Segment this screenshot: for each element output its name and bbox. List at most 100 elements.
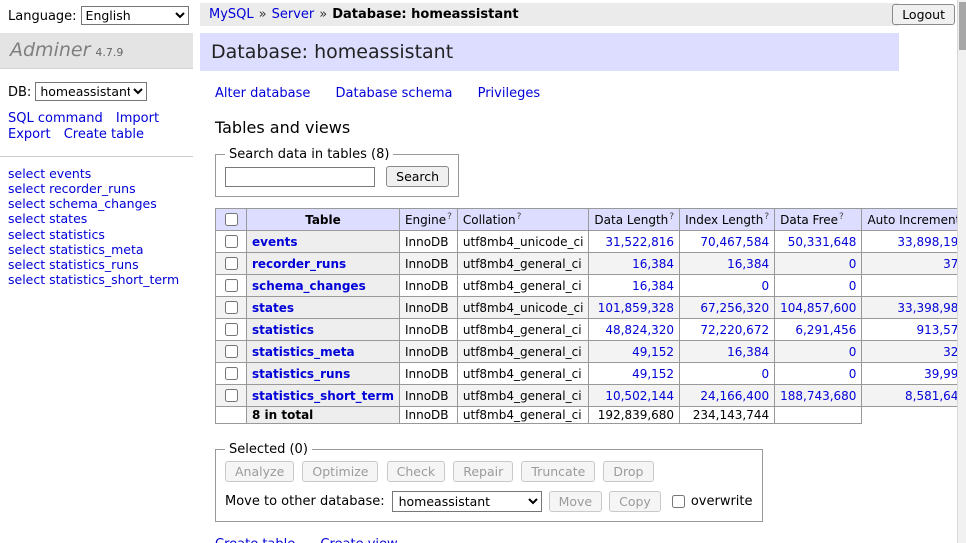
help-link[interactable]: ? bbox=[517, 212, 522, 222]
export-link[interactable]: Export bbox=[8, 127, 51, 142]
help-link[interactable]: ? bbox=[764, 212, 769, 222]
selected-legend: Selected (0) bbox=[225, 442, 312, 457]
repair-button[interactable]: Repair bbox=[453, 461, 513, 482]
data-free-cell: 0 bbox=[775, 341, 862, 363]
index-length-link[interactable]: 72,220,672 bbox=[700, 323, 769, 337]
table-name-link[interactable]: schema_changes bbox=[252, 279, 366, 293]
truncate-button[interactable]: Truncate bbox=[521, 461, 595, 482]
data-free-link[interactable]: 6,291,456 bbox=[795, 323, 856, 337]
index-length-link[interactable]: 0 bbox=[761, 367, 769, 381]
sidebar-table-link[interactable]: select statistics bbox=[8, 227, 185, 242]
data-free-link[interactable]: 0 bbox=[849, 367, 857, 381]
data-length-link[interactable]: 49,152 bbox=[632, 345, 674, 359]
drop-button[interactable]: Drop bbox=[603, 461, 653, 482]
data-free-link[interactable]: 188,743,680 bbox=[780, 389, 856, 403]
index-length-link[interactable]: 16,384 bbox=[727, 345, 769, 359]
row-checkbox[interactable] bbox=[225, 235, 238, 248]
index-length-link[interactable]: 24,166,400 bbox=[700, 389, 769, 403]
sidebar-table-link[interactable]: select statistics_meta bbox=[8, 242, 185, 257]
auto-increment-link[interactable]: 913,577 bbox=[916, 323, 957, 337]
help-link[interactable]: ? bbox=[669, 212, 674, 222]
auto-increment-link[interactable]: 39,999 bbox=[924, 367, 957, 381]
index-length-link[interactable]: 67,256,320 bbox=[700, 301, 769, 315]
sidebar-table-link[interactable]: select statistics_short_term bbox=[8, 272, 185, 287]
data-length-link[interactable]: 10,502,144 bbox=[605, 389, 674, 403]
sidebar-table-link[interactable]: select recorder_runs bbox=[8, 181, 185, 196]
logout-button[interactable]: Logout bbox=[892, 4, 955, 25]
copy-button[interactable]: Copy bbox=[609, 491, 661, 512]
row-checkbox[interactable] bbox=[225, 323, 238, 336]
breadcrumb-mysql-link[interactable]: MySQL bbox=[209, 7, 254, 22]
table-name-link[interactable]: recorder_runs bbox=[252, 257, 346, 271]
data-length-link[interactable]: 31,522,816 bbox=[605, 235, 674, 249]
language-select[interactable]: English bbox=[81, 6, 189, 25]
index-length-cell: 0 bbox=[680, 275, 775, 297]
table-row: statistics_metaInnoDButf8mb4_general_ci4… bbox=[216, 341, 958, 363]
language-label: Language: bbox=[8, 9, 77, 24]
scrollbar[interactable] bbox=[957, 0, 966, 543]
move-button[interactable]: Move bbox=[549, 491, 603, 512]
row-checkbox[interactable] bbox=[225, 301, 238, 314]
table-name-cell: statistics_meta bbox=[247, 341, 400, 363]
analyze-button[interactable]: Analyze bbox=[225, 461, 294, 482]
row-checkbox[interactable] bbox=[225, 389, 238, 402]
auto-increment-link[interactable]: 325 bbox=[943, 345, 957, 359]
table-name-link[interactable]: events bbox=[252, 235, 298, 249]
sidebar-table-link[interactable]: select states bbox=[8, 211, 185, 226]
database-schema-link[interactable]: Database schema bbox=[336, 86, 453, 101]
import-link[interactable]: Import bbox=[116, 111, 159, 126]
help-link[interactable]: ? bbox=[839, 212, 844, 222]
row-checkbox[interactable] bbox=[225, 279, 238, 292]
privileges-link[interactable]: Privileges bbox=[478, 86, 541, 101]
data-length-link[interactable]: 49,152 bbox=[632, 367, 674, 381]
create-view-link[interactable]: Create view bbox=[320, 537, 397, 543]
data-free-link[interactable]: 0 bbox=[849, 345, 857, 359]
table-name-link[interactable]: states bbox=[252, 301, 294, 315]
data-free-link[interactable]: 104,857,600 bbox=[780, 301, 856, 315]
totals-engine-cell: InnoDB bbox=[399, 407, 457, 424]
select-all-checkbox[interactable] bbox=[225, 213, 238, 226]
collation-cell: utf8mb4_general_ci bbox=[457, 385, 589, 407]
row-checkbox[interactable] bbox=[225, 367, 238, 380]
db-select[interactable]: homeassistant bbox=[35, 82, 147, 101]
data-free-link[interactable]: 0 bbox=[849, 257, 857, 271]
row-checkbox[interactable] bbox=[225, 257, 238, 270]
table-name-link[interactable]: statistics bbox=[252, 323, 314, 337]
optimize-button[interactable]: Optimize bbox=[302, 461, 378, 482]
auto-increment-link[interactable]: 33,898,196 bbox=[897, 235, 957, 249]
data-length-link[interactable]: 16,384 bbox=[632, 257, 674, 271]
row-checkbox[interactable] bbox=[225, 345, 238, 358]
auto-increment-link[interactable]: 8,581,645 bbox=[905, 389, 957, 403]
index-length-cell: 24,166,400 bbox=[680, 385, 775, 407]
data-length-link[interactable]: 101,859,328 bbox=[598, 301, 674, 315]
sidebar-table-link[interactable]: select events bbox=[8, 166, 185, 181]
data-length-link[interactable]: 48,824,320 bbox=[605, 323, 674, 337]
breadcrumb-server-link[interactable]: Server bbox=[272, 7, 315, 22]
alter-database-link[interactable]: Alter database bbox=[215, 86, 310, 101]
create-table-link[interactable]: Create table bbox=[215, 537, 295, 543]
data-length-link[interactable]: 16,384 bbox=[632, 279, 674, 293]
data-free-link[interactable]: 50,331,648 bbox=[788, 235, 857, 249]
auto-increment-link[interactable]: 378 bbox=[943, 257, 957, 271]
move-db-select[interactable]: homeassistant bbox=[392, 491, 542, 512]
scrollbar-thumb[interactable] bbox=[959, 2, 966, 50]
sidebar-table-link[interactable]: select schema_changes bbox=[8, 196, 185, 211]
index-length-link[interactable]: 16,384 bbox=[727, 257, 769, 271]
index-length-link[interactable]: 70,467,584 bbox=[700, 235, 769, 249]
help-link[interactable]: ? bbox=[447, 212, 452, 222]
index-length-link[interactable]: 0 bbox=[761, 279, 769, 293]
table-name-link[interactable]: statistics_meta bbox=[252, 345, 355, 359]
data-free-link[interactable]: 0 bbox=[849, 279, 857, 293]
search-button[interactable]: Search bbox=[386, 166, 449, 187]
check-button[interactable]: Check bbox=[387, 461, 445, 482]
adminer-version[interactable]: 4.7.9 bbox=[95, 46, 123, 59]
main-content: MySQL»Server»Database: homeassistant Dat… bbox=[193, 0, 957, 543]
sidebar-table-link[interactable]: select statistics_runs bbox=[8, 257, 185, 272]
create-table-link-sidebar[interactable]: Create table bbox=[64, 127, 144, 142]
search-input[interactable] bbox=[225, 167, 375, 187]
overwrite-checkbox[interactable] bbox=[672, 495, 685, 508]
sql-command-link[interactable]: SQL command bbox=[8, 111, 103, 126]
table-name-link[interactable]: statistics_runs bbox=[252, 367, 350, 381]
table-name-link[interactable]: statistics_short_term bbox=[252, 389, 394, 403]
auto-increment-link[interactable]: 33,398,984 bbox=[897, 301, 957, 315]
